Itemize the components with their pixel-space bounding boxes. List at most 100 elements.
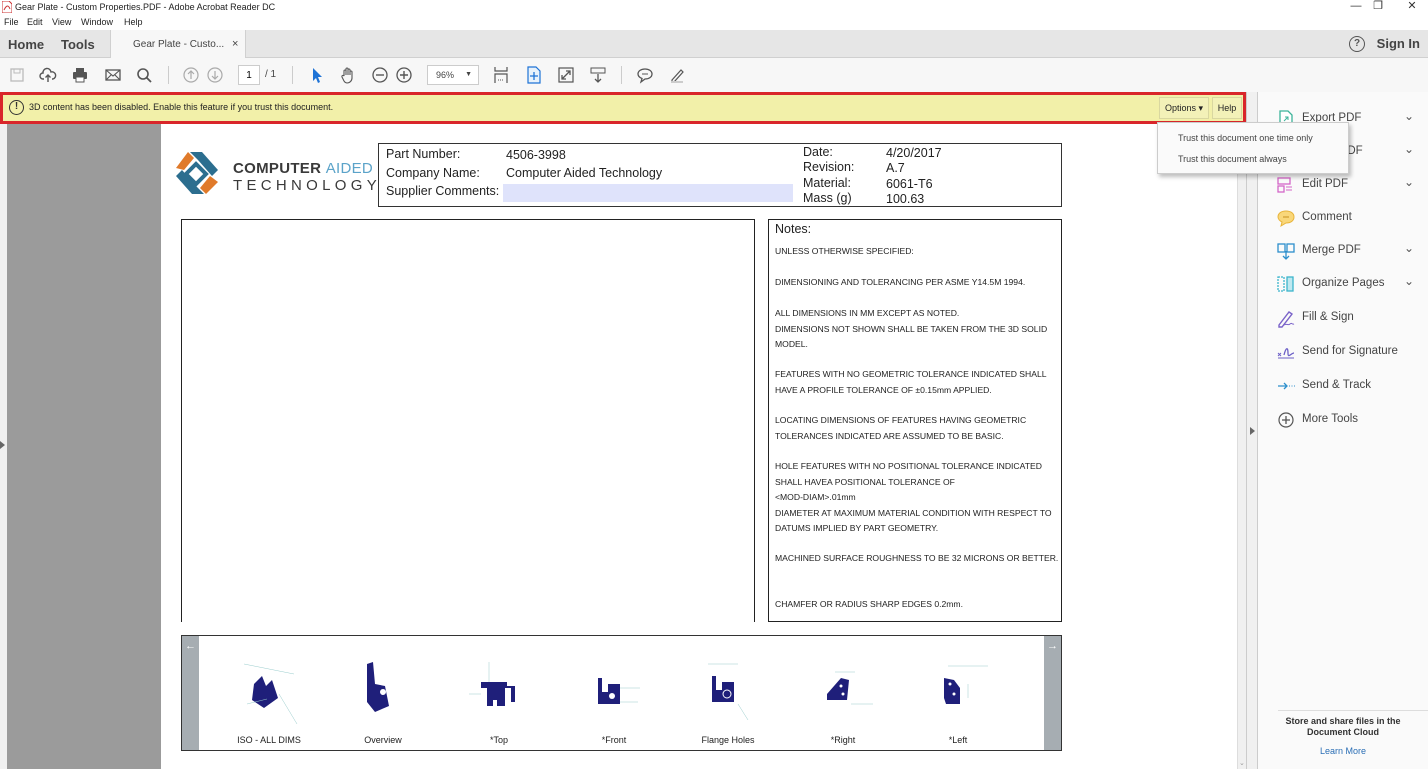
trust-always-menu-item[interactable]: Trust this document always — [1178, 154, 1287, 164]
view-left[interactable]: *Left — [898, 636, 1018, 750]
tab-tools[interactable]: Tools — [61, 37, 95, 52]
upload-cloud-icon[interactable] — [39, 66, 57, 84]
merge-pdf-icon — [1277, 243, 1295, 260]
part-thumbnail — [367, 662, 389, 712]
sign-in-button[interactable]: Sign In — [1377, 36, 1420, 51]
page-up-icon[interactable] — [182, 66, 200, 84]
options-button[interactable]: Options ▾ — [1159, 97, 1209, 119]
options-menu: Trust this document one time only Trust … — [1157, 122, 1349, 174]
tool-organize-pages[interactable]: Organize Pages ⌄ — [1276, 272, 1426, 296]
menu-file[interactable]: File — [4, 17, 19, 27]
tools-pane: Export PDF⌄ Create PDF⌄ Edit PDF⌄ Commen… — [1258, 92, 1428, 769]
fill-sign-icon — [1278, 311, 1295, 328]
view-front[interactable]: *Front — [554, 636, 674, 750]
menu-edit[interactable]: Edit — [27, 17, 43, 27]
views-next-button[interactable]: → — [1044, 636, 1061, 750]
chevron-down-icon[interactable]: ⌄ — [1404, 175, 1414, 189]
menu-bar: File Edit View Window Help — [0, 15, 1428, 30]
menu-window[interactable]: Window — [81, 17, 113, 27]
supplier-comments-field[interactable] — [503, 184, 793, 202]
3d-view-icon[interactable] — [525, 66, 543, 84]
learn-more-link[interactable]: Learn More — [1258, 746, 1428, 756]
close-window-button[interactable]: ✕ — [1392, 0, 1428, 15]
zoom-level-select[interactable]: 96% ▼ — [427, 65, 479, 85]
part-thumbnail — [827, 671, 873, 705]
tool-comment[interactable]: Comment — [1276, 206, 1426, 230]
toolbar: / 1 96% ▼ — [0, 58, 1428, 92]
comment-icon — [1277, 210, 1295, 228]
menu-view[interactable]: View — [52, 17, 71, 27]
view-flange-holes[interactable]: Flange Holes — [668, 636, 788, 750]
material-label: Material: — [803, 176, 851, 190]
date-label: Date: — [803, 145, 833, 159]
note-item: CHAMFER OR RADIUS SHARP EDGES 0.2mm. — [775, 599, 963, 609]
view-iso-all-dims[interactable]: ISO - ALL DIMS — [209, 636, 329, 750]
fit-page-icon[interactable] — [492, 66, 510, 84]
tool-send-for-signature[interactable]: Send for Signature — [1276, 340, 1426, 364]
tool-edit-pdf[interactable]: Edit PDF ⌄ — [1276, 173, 1426, 197]
divider — [1278, 710, 1428, 711]
part-number-value: 4506-3998 — [506, 148, 566, 162]
page-down-icon[interactable] — [206, 66, 224, 84]
right-pane-toggle[interactable] — [1246, 92, 1258, 769]
scroll-mode-icon[interactable] — [589, 66, 607, 84]
chevron-down-icon[interactable]: ⌄ — [1404, 142, 1414, 156]
trust-once-menu-item[interactable]: Trust this document one time only — [1178, 133, 1313, 143]
zoom-value: 96% — [436, 70, 455, 80]
tool-fill-sign[interactable]: Fill & Sign — [1276, 306, 1426, 330]
help-icon[interactable]: ? — [1349, 36, 1365, 52]
mass-value: 100.63 — [886, 192, 925, 206]
highlight-pen-icon[interactable] — [668, 66, 686, 84]
scroll-down-icon[interactable]: ⌄ — [1239, 759, 1245, 767]
search-icon[interactable] — [135, 66, 153, 84]
warning-icon: ! — [9, 100, 24, 115]
logo-text-line2: TECHNOLOGY — [233, 177, 382, 194]
close-tab-icon[interactable]: × — [232, 38, 238, 50]
help-button[interactable]: Help — [1212, 97, 1242, 119]
organize-pages-icon — [1277, 276, 1294, 292]
document-cloud-promo: Store and share files in the Document Clo… — [1258, 700, 1428, 769]
view-label: *Right — [830, 735, 856, 745]
chevron-down-icon[interactable]: ⌄ — [1404, 274, 1414, 288]
expand-left-pane-icon[interactable] — [0, 441, 5, 449]
part-thumbnail — [708, 663, 749, 721]
company-logo — [176, 152, 218, 194]
menu-help[interactable]: Help — [124, 17, 143, 27]
3d-content-area — [181, 219, 755, 622]
chevron-down-icon[interactable]: ⌄ — [1404, 241, 1414, 255]
vertical-scrollbar[interactable]: ⌄ — [1237, 124, 1246, 769]
acrobat-app-icon — [2, 1, 12, 13]
revision-value: A.7 — [886, 161, 905, 175]
email-icon[interactable] — [104, 66, 122, 84]
tab-document[interactable]: Gear Plate - Custo... × — [110, 30, 246, 59]
note-item: ALL DIMENSIONS IN MM EXCEPT AS NOTED. DI… — [775, 308, 1048, 350]
select-pointer-icon[interactable] — [308, 66, 326, 84]
zoom-in-icon[interactable] — [395, 66, 413, 84]
page-number-input[interactable] — [238, 65, 260, 85]
save-icon[interactable] — [8, 66, 26, 84]
note-item: FEATURES WITH NO GEOMETRIC TOLERANCE IND… — [775, 369, 1047, 395]
revision-label: Revision: — [803, 160, 855, 174]
zoom-out-icon[interactable] — [371, 66, 389, 84]
material-value: 6061-T6 — [886, 177, 933, 191]
chevron-down-icon[interactable]: ⌄ — [1404, 109, 1414, 123]
logo-text-line1: COMPUTER AIDED — [233, 160, 374, 177]
view-right[interactable]: *Right — [783, 636, 903, 750]
toolbar-separator — [292, 66, 293, 84]
tool-merge-pdf[interactable]: Merge PDF ⌄ — [1276, 239, 1426, 263]
view-label: *Left — [948, 735, 968, 745]
view-top[interactable]: *Top — [439, 636, 559, 750]
view-label: *Front — [601, 735, 627, 745]
tab-home[interactable]: Home — [8, 37, 44, 52]
toolbar-separator — [621, 66, 622, 84]
comment-icon[interactable] — [636, 66, 654, 84]
hand-icon[interactable] — [339, 66, 357, 84]
tool-send-track[interactable]: Send & Track — [1276, 374, 1426, 398]
company-name-label: Company Name: — [386, 166, 480, 180]
company-name-value: Computer Aided Technology — [506, 166, 663, 180]
views-prev-button[interactable]: ← — [182, 636, 199, 750]
view-overview[interactable]: Overview — [323, 636, 443, 750]
full-screen-icon[interactable] — [557, 66, 575, 84]
tool-more-tools[interactable]: More Tools — [1276, 408, 1426, 432]
print-icon[interactable] — [71, 66, 89, 84]
